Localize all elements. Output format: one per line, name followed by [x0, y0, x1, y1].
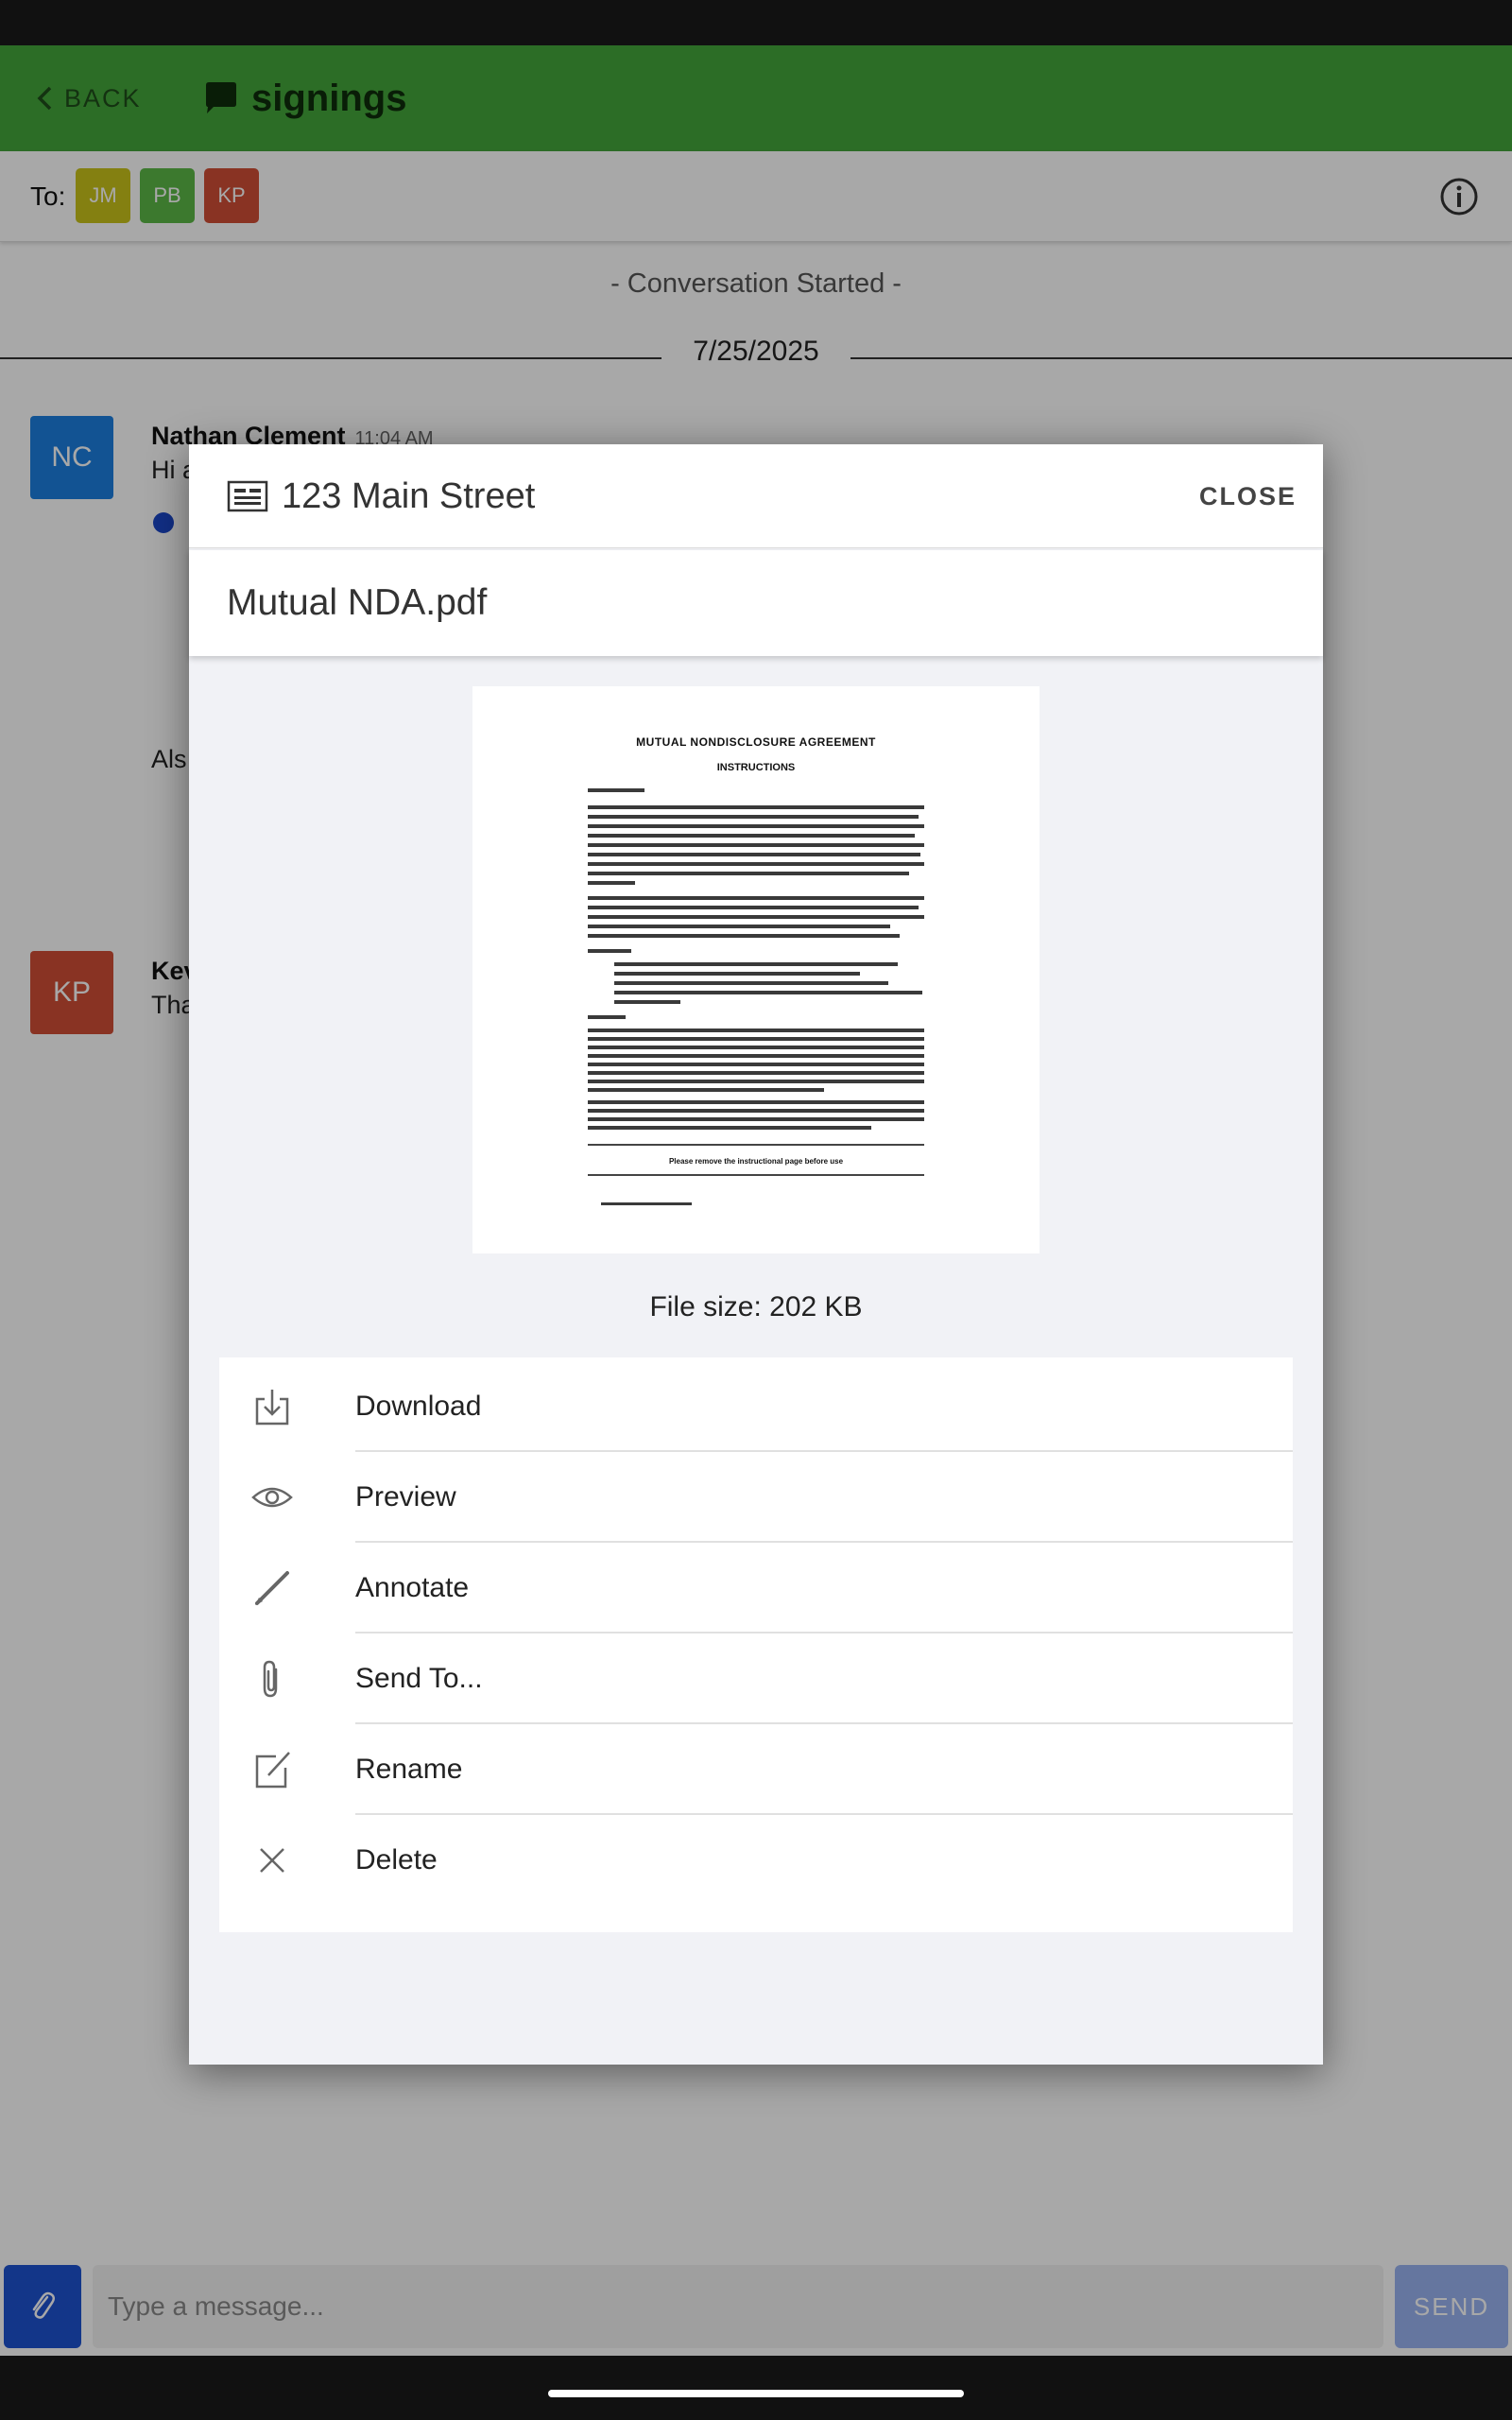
paperclip-icon — [263, 1660, 278, 1698]
document-text-line — [614, 1000, 680, 1004]
action-label: Annotate — [355, 1572, 470, 1603]
action-label: Delete — [355, 1844, 438, 1876]
document-text-line — [588, 834, 915, 838]
dialog-header: 123 Main Street CLOSE — [189, 444, 1323, 548]
document-text-line — [588, 824, 924, 828]
document-text-line — [588, 1126, 871, 1130]
home-handle[interactable] — [548, 2390, 964, 2397]
document-text-line — [588, 934, 900, 938]
document-text-line — [588, 915, 924, 919]
document-text-line — [588, 1015, 626, 1019]
close-button[interactable]: CLOSE — [1199, 444, 1297, 548]
document-text-line — [588, 1028, 924, 1032]
document-text-line — [588, 843, 924, 847]
download-icon — [255, 1390, 289, 1426]
delete-action[interactable]: Delete — [219, 1815, 1293, 1906]
document-text-line — [588, 862, 924, 866]
document-text-line — [588, 1109, 924, 1113]
document-text-line — [588, 1037, 924, 1041]
system-nav-bar — [0, 2356, 1512, 2420]
action-label: Send To... — [355, 1663, 483, 1694]
document-thumbnail[interactable]: MUTUAL NONDISCLOSURE AGREEMENT INSTRUCTI… — [472, 686, 1040, 1253]
document-text-line — [588, 872, 909, 875]
dialog-title: 123 Main Street — [282, 476, 536, 516]
pencil-icon — [255, 1571, 289, 1605]
rename-action[interactable]: Rename — [219, 1724, 1293, 1815]
document-text-line — [588, 1088, 824, 1092]
document-text-line — [588, 1063, 924, 1066]
document-text-line — [588, 1071, 924, 1075]
action-label: Download — [355, 1391, 482, 1422]
document-text-line — [588, 815, 919, 819]
document-text-line — [588, 788, 644, 792]
document-text-line — [588, 896, 924, 900]
document-title: MUTUAL NONDISCLOSURE AGREEMENT — [636, 735, 876, 749]
close-icon — [260, 1848, 284, 1873]
document-text-line — [614, 972, 860, 976]
document-rule — [588, 1144, 924, 1146]
document-text-line — [601, 1202, 692, 1205]
document-text-line — [588, 925, 890, 928]
document-text-line — [588, 805, 924, 809]
document-subtitle: INSTRUCTIONS — [716, 762, 796, 773]
file-name-bar: Mutual NDA.pdf — [189, 550, 1323, 656]
document-text-line — [614, 981, 888, 985]
document-text-line — [614, 991, 922, 994]
annotate-action[interactable]: Annotate — [219, 1543, 1293, 1634]
action-label: Preview — [355, 1481, 456, 1512]
document-text-line — [588, 1046, 924, 1049]
edit-square-icon — [255, 1752, 290, 1789]
document-text-line — [588, 906, 919, 909]
preview-action[interactable]: Preview — [219, 1452, 1293, 1543]
document-footer: Please remove the instructional page bef… — [668, 1157, 844, 1166]
document-rule — [588, 1174, 924, 1176]
status-bar — [0, 0, 1512, 45]
document-text-line — [588, 881, 635, 885]
document-text-line — [588, 1117, 924, 1121]
document-text-line — [588, 1080, 924, 1083]
document-text-line — [588, 853, 920, 856]
eye-icon — [251, 1487, 293, 1508]
document-text-line — [588, 949, 631, 953]
file-actions-dialog: 123 Main Street CLOSE Mutual NDA.pdf MUT… — [189, 444, 1323, 2065]
document-text-line — [588, 1100, 924, 1104]
property-card-icon — [227, 480, 268, 512]
file-name: Mutual NDA.pdf — [227, 582, 488, 623]
document-text-line — [614, 962, 898, 966]
download-action[interactable]: Download — [219, 1361, 1293, 1452]
file-size: File size: 202 KB — [649, 1291, 863, 1322]
send-to-action[interactable]: Send To... — [219, 1634, 1293, 1724]
file-action-list: Download Preview Annotate Send To... Ren… — [219, 1357, 1293, 1932]
document-text-line — [588, 1054, 924, 1058]
action-label: Rename — [355, 1754, 463, 1785]
